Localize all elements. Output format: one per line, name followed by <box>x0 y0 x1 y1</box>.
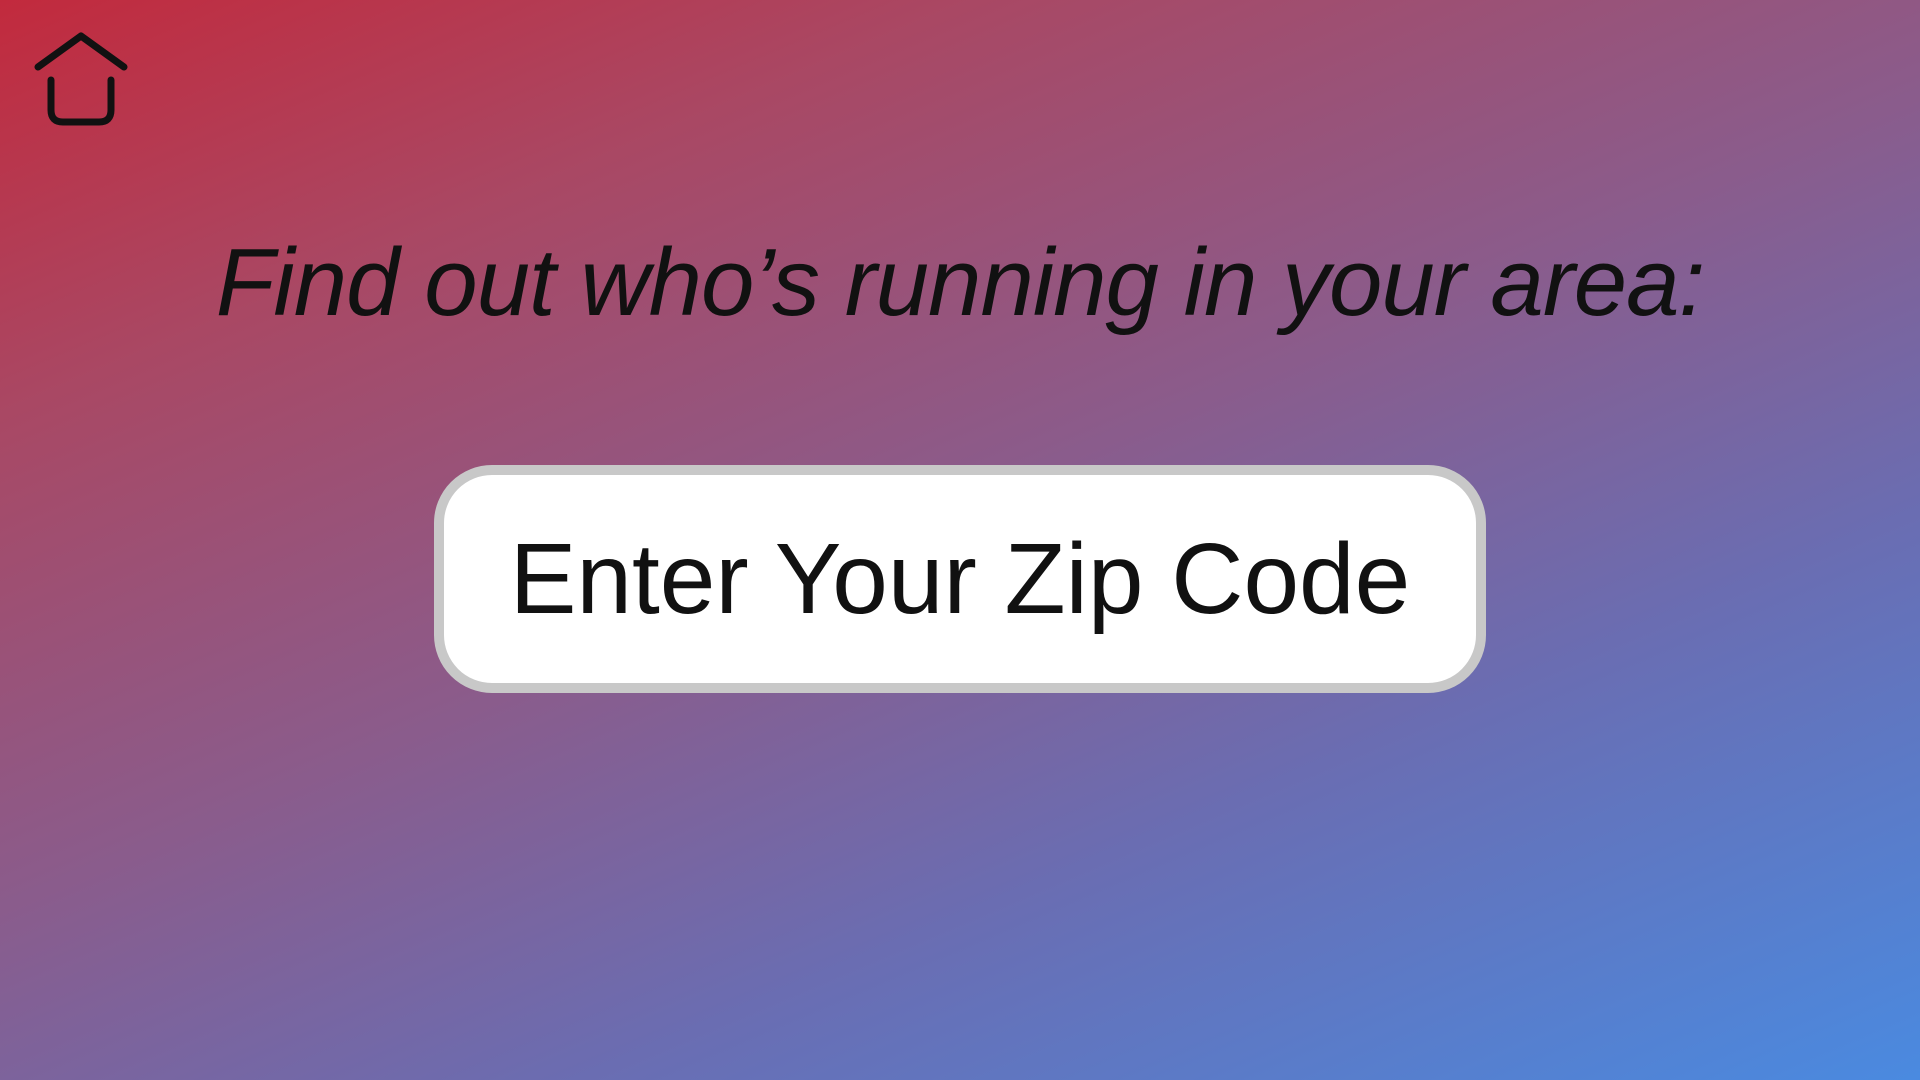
home-icon <box>34 32 128 126</box>
home-button[interactable] <box>30 30 132 132</box>
page-headline: Find out who’s running in your area: <box>215 229 1705 336</box>
zip-code-input[interactable] <box>434 465 1486 693</box>
